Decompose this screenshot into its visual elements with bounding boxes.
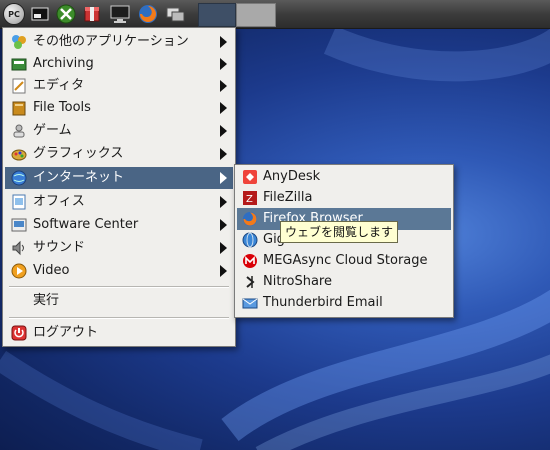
menu-item-label: Software Center bbox=[33, 217, 139, 232]
submenu-item-anydesk[interactable]: AnyDesk bbox=[237, 166, 451, 188]
menu-item-label: エディタ bbox=[33, 78, 85, 93]
submenu-item-nitroshare[interactable]: NitroShare bbox=[237, 271, 451, 293]
menu-item-label: 実行 bbox=[33, 293, 60, 308]
package-icon[interactable] bbox=[80, 2, 104, 26]
menu-item-label: Archiving bbox=[33, 56, 94, 71]
monitor-icon[interactable] bbox=[108, 2, 132, 26]
submenu-arrow-icon bbox=[220, 148, 227, 160]
menu-item-office[interactable]: オフィス bbox=[5, 191, 233, 213]
menu-item-logout[interactable]: ログアウト bbox=[5, 322, 233, 344]
tooltip: ウェブを閲覧します bbox=[280, 221, 399, 243]
windows-icon[interactable] bbox=[164, 2, 188, 26]
menu-item-label: グラフィックス bbox=[33, 146, 124, 161]
firefox-icon bbox=[242, 211, 258, 227]
nitroshare-icon bbox=[242, 274, 258, 290]
submenu-item-label: NitroShare bbox=[263, 274, 332, 289]
menu-item-games[interactable]: ゲーム bbox=[5, 120, 233, 142]
menu-item-label: サウンド bbox=[33, 240, 86, 255]
gigolo-icon bbox=[242, 232, 258, 248]
xterm-icon[interactable] bbox=[28, 2, 52, 26]
submenu-arrow-icon bbox=[220, 172, 227, 184]
menu-item-label: オフィス bbox=[33, 194, 85, 209]
pc-logo-icon: PC bbox=[3, 3, 25, 25]
internet-icon bbox=[11, 170, 27, 186]
archive-icon bbox=[11, 56, 27, 72]
anydesk-icon bbox=[242, 169, 258, 185]
menu-item-label: インターネット bbox=[33, 170, 125, 185]
menu-item-editors[interactable]: エディタ bbox=[5, 75, 233, 97]
submenu-arrow-icon bbox=[220, 102, 227, 114]
file-tools-icon bbox=[11, 100, 27, 116]
games-icon bbox=[11, 123, 27, 139]
mega-icon bbox=[242, 253, 258, 269]
menu-item-internet[interactable]: インターネット bbox=[5, 167, 233, 189]
menu-item-file-tools[interactable]: File Tools bbox=[5, 97, 233, 119]
menu-item-sound[interactable]: サウンド bbox=[5, 237, 233, 259]
software-center-icon bbox=[11, 217, 27, 233]
taskbar-window-button[interactable] bbox=[236, 3, 276, 27]
submenu-arrow-icon bbox=[220, 196, 227, 208]
menu-item-label: ログアウト bbox=[33, 325, 99, 340]
menu-separator bbox=[9, 317, 229, 319]
menu-item-archiving[interactable]: Archiving bbox=[5, 53, 233, 75]
submenu-arrow-icon bbox=[220, 265, 227, 277]
start-menu-button[interactable]: PC bbox=[2, 2, 26, 26]
submenu-item-label: Thunderbird Email bbox=[263, 295, 383, 310]
submenu-item-label: MEGAsync Cloud Storage bbox=[263, 253, 428, 268]
taskbar-window-button[interactable] bbox=[198, 3, 236, 27]
submenu-item-label: AnyDesk bbox=[263, 169, 321, 184]
thunderbird-icon bbox=[242, 295, 258, 311]
menu-item-label: Video bbox=[33, 263, 70, 278]
submenu-item-thunderbird[interactable]: Thunderbird Email bbox=[237, 292, 451, 314]
menu-separator bbox=[9, 286, 229, 288]
submenu-item-filezilla[interactable]: Z FileZilla bbox=[237, 187, 451, 209]
svg-text:Z: Z bbox=[246, 194, 253, 205]
video-icon bbox=[11, 263, 27, 279]
taskbar: PC bbox=[0, 0, 550, 29]
submenu-arrow-icon bbox=[220, 58, 227, 70]
application-menu: その他のアプリケーション Archiving エディタ File Tools ゲ… bbox=[2, 27, 236, 347]
graphics-icon bbox=[11, 146, 27, 162]
menu-item-run[interactable]: 実行 bbox=[5, 290, 233, 312]
menu-item-other-apps[interactable]: その他のアプリケーション bbox=[5, 31, 233, 53]
menu-item-label: その他のアプリケーション bbox=[33, 34, 189, 49]
menu-item-label: ゲーム bbox=[33, 123, 72, 138]
filezilla-icon: Z bbox=[242, 190, 258, 206]
submenu-arrow-icon bbox=[220, 125, 227, 137]
submenu-arrow-icon bbox=[220, 219, 227, 231]
editor-icon bbox=[11, 78, 27, 94]
menu-item-video[interactable]: Video bbox=[5, 260, 233, 282]
sound-icon bbox=[11, 240, 27, 256]
menu-item-label: File Tools bbox=[33, 100, 91, 115]
firefox-icon[interactable] bbox=[136, 2, 160, 26]
logout-icon bbox=[11, 325, 27, 341]
submenu-item-label: FileZilla bbox=[263, 190, 313, 205]
submenu-arrow-icon bbox=[220, 36, 227, 48]
submenu-item-megasync[interactable]: MEGAsync Cloud Storage bbox=[237, 250, 451, 272]
menu-item-software-center[interactable]: Software Center bbox=[5, 214, 233, 236]
xfce-green-icon[interactable] bbox=[54, 2, 78, 26]
submenu-arrow-icon bbox=[220, 242, 227, 254]
submenu-arrow-icon bbox=[220, 80, 227, 92]
office-icon bbox=[11, 194, 27, 210]
other-apps-icon bbox=[11, 34, 27, 50]
menu-item-graphics[interactable]: グラフィックス bbox=[5, 143, 233, 165]
